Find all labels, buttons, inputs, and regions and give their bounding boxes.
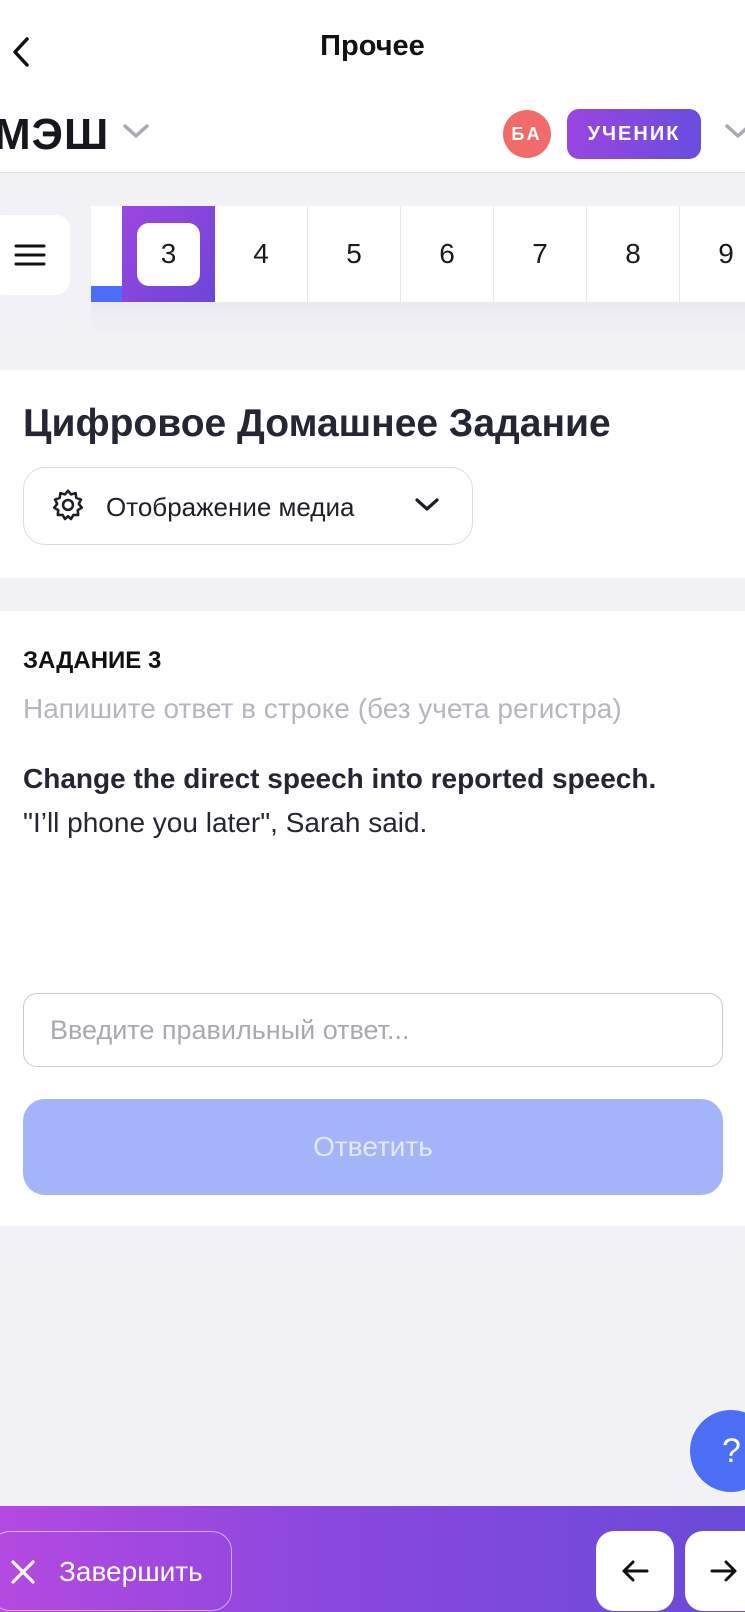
role-badge[interactable]: УЧЕНИК xyxy=(567,109,701,159)
task-tab-label: 3 xyxy=(137,222,200,286)
answer-input[interactable] xyxy=(23,993,723,1067)
task-tab-7[interactable]: 7 xyxy=(494,206,587,302)
gear-icon xyxy=(52,489,84,521)
task-tab-9[interactable]: 9 xyxy=(680,206,745,302)
arrow-left-icon xyxy=(622,1560,649,1582)
next-button[interactable] xyxy=(685,1531,745,1611)
hamburger-icon xyxy=(14,244,46,266)
bottom-bar: Завершить xyxy=(0,1506,745,1612)
arrow-right-icon xyxy=(710,1560,737,1582)
logo: МЭШ xyxy=(0,110,110,159)
page-title: Цифровое Домашнее Задание xyxy=(23,402,611,445)
task-card: ЗАДАНИЕ 3 Напишите ответ в строке (без у… xyxy=(0,611,745,1226)
task-tab-4[interactable]: 4 xyxy=(215,206,308,302)
header-card: Цифровое Домашнее Задание Отображение ме… xyxy=(0,370,745,578)
menu-button[interactable] xyxy=(0,215,70,295)
task-tab-5[interactable]: 5 xyxy=(308,206,401,302)
prev-button[interactable] xyxy=(596,1531,674,1611)
submit-button[interactable]: Ответить xyxy=(23,1099,723,1195)
avatar[interactable]: БА xyxy=(503,110,551,158)
task-tab-6[interactable]: 6 xyxy=(401,206,494,302)
task-tab-8[interactable]: 8 xyxy=(587,206,680,302)
help-button[interactable]: ? xyxy=(690,1410,745,1492)
task-tab-completed[interactable] xyxy=(91,206,122,302)
media-display-dropdown[interactable]: Отображение медиа xyxy=(23,467,473,545)
finish-label: Завершить xyxy=(59,1556,203,1587)
task-tabs: 3 4 5 6 7 8 9 xyxy=(91,206,745,302)
tabs-shadow xyxy=(91,302,745,336)
task-tab-3[interactable]: 3 xyxy=(122,206,215,302)
task-hint: Напишите ответ в строке (без учета регис… xyxy=(23,693,622,724)
finish-button[interactable]: Завершить xyxy=(0,1531,232,1611)
chevron-down-icon[interactable] xyxy=(122,122,150,145)
chevron-down-icon xyxy=(415,498,439,511)
task-instruction: Change the direct speech into reported s… xyxy=(23,763,657,794)
app-header: МЭШ БА УЧЕНИК xyxy=(0,100,745,173)
media-display-label: Отображение медиа xyxy=(106,492,355,522)
task-sentence: "I’ll phone you later", Sarah said. xyxy=(23,807,428,838)
task-number: ЗАДАНИЕ 3 xyxy=(23,647,162,674)
progress-bar xyxy=(91,286,122,302)
close-icon xyxy=(11,1560,35,1584)
role-chevron-down-icon[interactable] xyxy=(724,122,745,145)
nav-bar: Прочее xyxy=(0,0,745,100)
nav-title: Прочее xyxy=(320,30,425,62)
